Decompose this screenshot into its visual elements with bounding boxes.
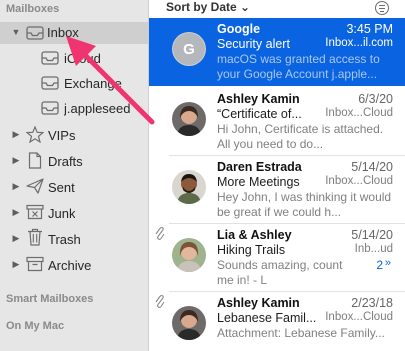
sidebar-item-label: Inbox (47, 25, 79, 40)
sidebar-item-trash[interactable]: ▶ Trash (0, 228, 148, 250)
message-subject: “Certificate of... (217, 107, 302, 121)
attachment-icon (155, 295, 165, 312)
message-subject: Hiking Trails (217, 243, 286, 257)
disclosure-collapsed-icon[interactable]: ▶ (11, 129, 21, 140)
sidebar-item-label: VIPs (48, 128, 76, 143)
message-list: Sort by Date ⌄ G Google 3:45 PM Security… (149, 0, 405, 351)
paper-plane-icon (26, 178, 44, 194)
message-date: 3:45 PM (346, 22, 393, 36)
sidebar-item-label: j.appleseed (64, 101, 131, 116)
message-row-google[interactable]: G Google 3:45 PM Security alert Inbox...… (149, 18, 405, 86)
sidebar-item-archive[interactable]: ▶ Archive (0, 254, 148, 276)
inbox-tray-icon (41, 75, 59, 91)
inbox-tray-icon (26, 25, 44, 41)
avatar: G (172, 32, 206, 66)
on-my-mac-header[interactable]: On My Mac (6, 320, 64, 332)
sidebar-item-icloud[interactable]: iCloud (0, 47, 148, 69)
thread-count-badge[interactable]: 2 (376, 258, 383, 272)
message-subject: More Meetings (217, 175, 300, 189)
message-sender: Ashley Kamin (217, 296, 300, 310)
archive-icon (26, 256, 44, 272)
disclosure-collapsed-icon[interactable]: ▶ (11, 155, 21, 166)
message-row-daren-estrada[interactable]: Daren Estrada 5/14/20 More Meetings Inbo… (149, 156, 405, 224)
filter-icon[interactable] (375, 1, 389, 15)
message-date: 5/14/20 (351, 160, 393, 174)
thread-chevron-icon[interactable]: » (385, 257, 391, 269)
message-preview: Hey John, I was thinking it would be gre… (217, 190, 392, 219)
message-preview: Sounds amazing, count me in! - L (217, 258, 343, 287)
message-row-ashley-kamin-2[interactable]: Ashley Kamin 2/23/18 Lebanese Famil... I… (149, 292, 405, 351)
sidebar-item-label: iCloud (64, 51, 101, 66)
message-sender: Google (217, 22, 261, 36)
message-preview: Attachment: Lebanese Family... (217, 326, 385, 340)
message-subject: Lebanese Famil... (217, 311, 317, 325)
avatar (172, 238, 206, 272)
sidebar-item-drafts[interactable]: ▶ Drafts (0, 150, 148, 172)
sidebar-item-label: Archive (48, 258, 92, 273)
sidebar-item-junk[interactable]: ▶ Junk (0, 202, 148, 224)
avatar (172, 170, 206, 204)
sidebar-item-label: Drafts (48, 154, 83, 169)
sidebar-item-vips[interactable]: ▶ VIPs (0, 124, 148, 146)
message-row-lia-ashley[interactable]: Lia & Ashley 5/14/20 Hiking Trails Inb..… (149, 224, 405, 292)
message-mailbox: Inb...ud (354, 243, 393, 255)
disclosure-collapsed-icon[interactable]: ▶ (11, 259, 21, 270)
junk-icon (26, 204, 44, 220)
star-icon (26, 125, 44, 143)
message-mailbox: Inbox...Cloud (325, 175, 393, 187)
disclosure-expanded-icon[interactable]: ▼ (11, 27, 21, 37)
sort-by-date-button[interactable]: Sort by Date ⌄ (166, 0, 250, 14)
sidebar-item-label: Trash (48, 232, 81, 247)
sidebar-item-label: Sent (48, 180, 75, 195)
inbox-tray-icon (41, 50, 59, 66)
attachment-icon (155, 227, 165, 244)
smart-mailboxes-header[interactable]: Smart Mailboxes (6, 293, 93, 305)
message-subject: Security alert (217, 37, 290, 51)
mailboxes-header: Mailboxes (6, 3, 60, 15)
message-row-ashley-kamin[interactable]: Ashley Kamin 6/3/20 “Certificate of... I… (149, 88, 405, 156)
message-date: 5/14/20 (351, 228, 393, 242)
sidebar-item-label: Junk (48, 206, 76, 221)
sidebar-item-sent[interactable]: ▶ Sent (0, 176, 148, 198)
inbox-tray-icon (41, 100, 59, 116)
message-mailbox: Inbox...Cloud (325, 107, 393, 119)
avatar (172, 102, 206, 136)
document-icon (26, 151, 44, 169)
avatar (172, 306, 206, 340)
mailbox-sidebar: Mailboxes ▼ Inbox iCloud Exchange j.appl… (0, 0, 149, 351)
message-mailbox: Inbox...il.com (325, 37, 393, 49)
sidebar-item-label: Exchange (64, 76, 122, 91)
sort-bar: Sort by Date ⌄ (149, 0, 405, 18)
message-mailbox: Inbox...Cloud (325, 311, 393, 323)
message-date: 2/23/18 (351, 296, 393, 310)
sidebar-item-jappleseed[interactable]: j.appleseed (0, 97, 148, 119)
sidebar-item-exchange[interactable]: Exchange (0, 72, 148, 94)
disclosure-collapsed-icon[interactable]: ▶ (11, 233, 21, 244)
sidebar-item-inbox[interactable]: ▼ Inbox (0, 22, 148, 44)
disclosure-collapsed-icon[interactable]: ▶ (11, 207, 21, 218)
message-sender: Daren Estrada (217, 160, 302, 174)
message-sender: Ashley Kamin (217, 92, 300, 106)
trash-icon (26, 228, 44, 246)
message-date: 6/3/20 (358, 92, 393, 106)
message-preview: Hi John, Certificate is attached. All yo… (217, 122, 384, 151)
message-sender: Lia & Ashley (217, 228, 292, 242)
disclosure-collapsed-icon[interactable]: ▶ (11, 181, 21, 192)
message-preview: macOS was granted access to your Google … (217, 52, 380, 81)
